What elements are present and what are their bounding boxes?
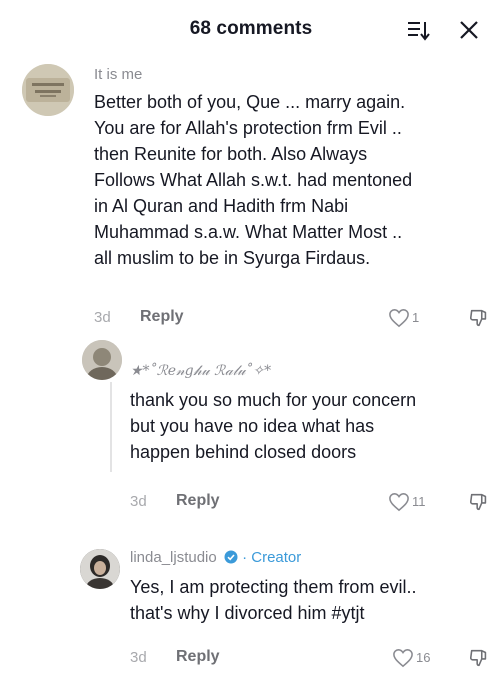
like-button[interactable]: 16 (392, 645, 438, 671)
like-count: 16 (416, 650, 431, 665)
heart-icon (389, 309, 409, 328)
creator-username[interactable]: linda_ljstudio (130, 549, 217, 566)
comment-actions: 3d Reply 16 (130, 645, 494, 671)
sort-icon[interactable] (406, 20, 430, 42)
like-button[interactable]: 11 (388, 489, 434, 515)
creator-label: · Creator (242, 549, 302, 566)
avatar-image (80, 549, 120, 589)
like-count: 1 (412, 310, 420, 325)
reply-button[interactable]: Reply (176, 648, 220, 666)
comment-timestamp: 3d (130, 493, 147, 510)
comment-text: Yes, I am protecting them from evil.. th… (130, 577, 417, 623)
comment-username[interactable]: linda_ljstudio · Creator (130, 549, 301, 566)
comment-username[interactable]: It is me (94, 66, 142, 83)
heart-icon (393, 649, 413, 668)
avatar[interactable] (80, 549, 120, 589)
avatar[interactable] (22, 64, 74, 116)
comments-header: 68 comments (0, 0, 502, 58)
comment-username[interactable]: ★*˚ℛ𝑒𝓃𝑔𝒽𝓊 ℛ𝒶𝓁𝓊˚✧* (130, 363, 271, 379)
comment-actions: 3d Reply 11 (130, 489, 494, 515)
dislike-icon[interactable] (468, 307, 490, 329)
avatar-image (82, 340, 122, 380)
verified-icon (224, 550, 238, 564)
comment-text: Better both of you, Que ... marry again.… (94, 92, 413, 268)
heart-icon (389, 493, 409, 512)
reply-button[interactable]: Reply (176, 492, 220, 510)
comment-actions: 3d Reply 1 (94, 305, 494, 331)
avatar[interactable] (82, 340, 122, 380)
avatar-image (22, 64, 74, 116)
reply-button[interactable]: Reply (140, 308, 184, 326)
dislike-icon[interactable] (468, 647, 490, 669)
dislike-icon[interactable] (468, 491, 490, 513)
thread-line (110, 382, 112, 472)
comment-timestamp: 3d (94, 309, 111, 326)
comment-timestamp: 3d (130, 649, 147, 666)
like-button[interactable]: 1 (388, 305, 428, 331)
close-icon[interactable] (458, 19, 480, 41)
comment-text: thank you so much for your concern but y… (130, 390, 417, 462)
like-count: 11 (412, 494, 426, 509)
